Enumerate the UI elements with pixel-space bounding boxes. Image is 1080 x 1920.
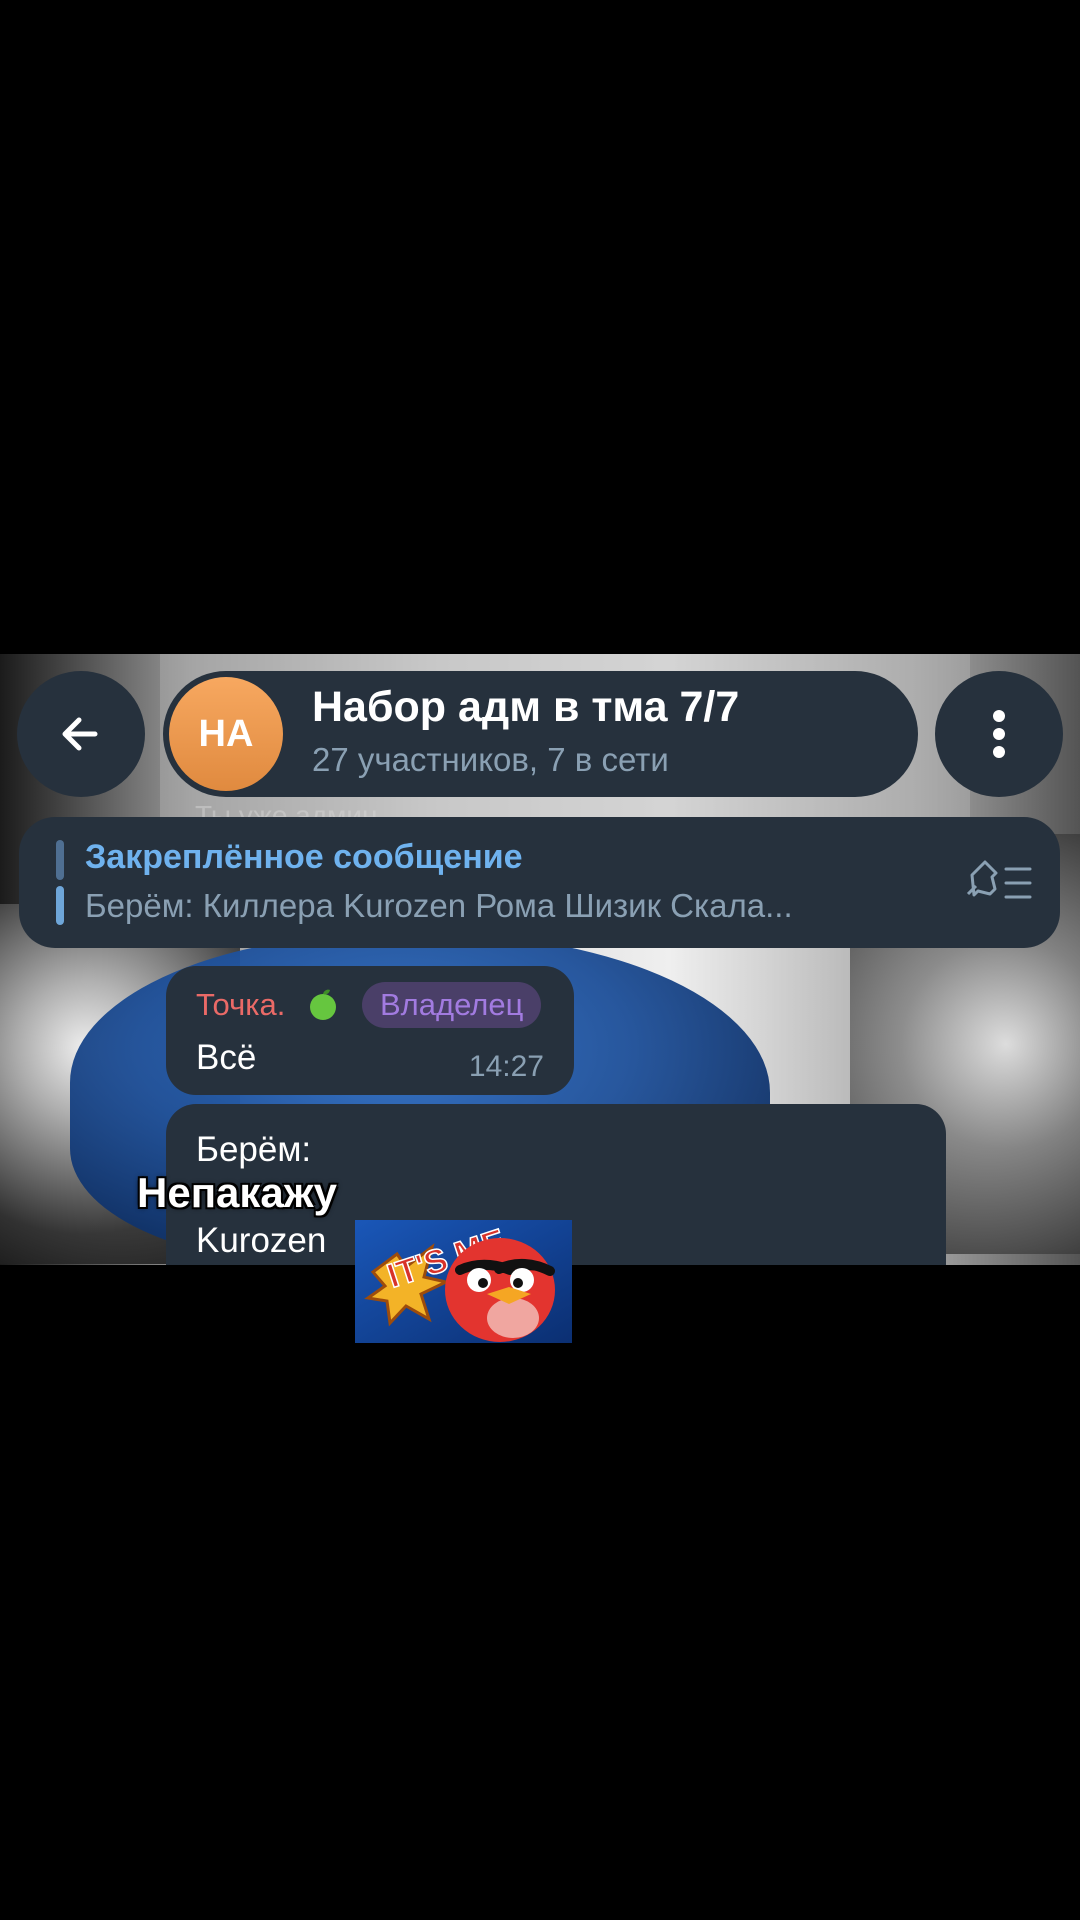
message-text: Всё	[196, 1038, 257, 1077]
green-apple-emoji	[310, 989, 336, 1020]
pinned-text: Берём: Киллера Kurozen Рома Шизик Скала.…	[85, 887, 793, 924]
pinned-indicator	[56, 840, 64, 925]
pin-list-icon[interactable]	[964, 856, 1036, 908]
menu-button[interactable]	[935, 671, 1063, 797]
pinned-message[interactable]: Закреплённое сообщение Берём: Киллера Ku…	[19, 817, 1060, 948]
chat-info[interactable]: НА Набор адм в тма 7/7 27 участников, 7 …	[163, 671, 918, 797]
video-caption: Непакажу	[137, 1169, 337, 1216]
message-line: Kurozen	[196, 1221, 327, 1260]
sticker-image: IT'S ME	[355, 1220, 572, 1343]
role-badge: Владелец	[362, 982, 542, 1028]
chat-header: НА Набор адм в тма 7/7 27 участников, 7 …	[17, 671, 1063, 797]
chat-title: Набор адм в тма 7/7	[312, 683, 740, 731]
message-time: 14:27	[468, 1050, 544, 1083]
back-button[interactable]	[17, 671, 145, 797]
more-vertical-icon	[993, 710, 1005, 758]
chat-subtitle: 27 участников, 7 в сети	[312, 741, 669, 778]
message-line: Берём:	[196, 1130, 312, 1169]
avatar[interactable]: НА	[169, 677, 283, 791]
arrow-left-icon	[62, 717, 98, 751]
letterbox-bottom	[0, 1265, 1080, 1920]
pinned-title: Закреплённое сообщение	[85, 838, 523, 876]
message-bubble[interactable]: Точка. Владелец Всё 14:27	[166, 966, 574, 1095]
sender-name[interactable]: Точка.	[196, 987, 285, 1023]
